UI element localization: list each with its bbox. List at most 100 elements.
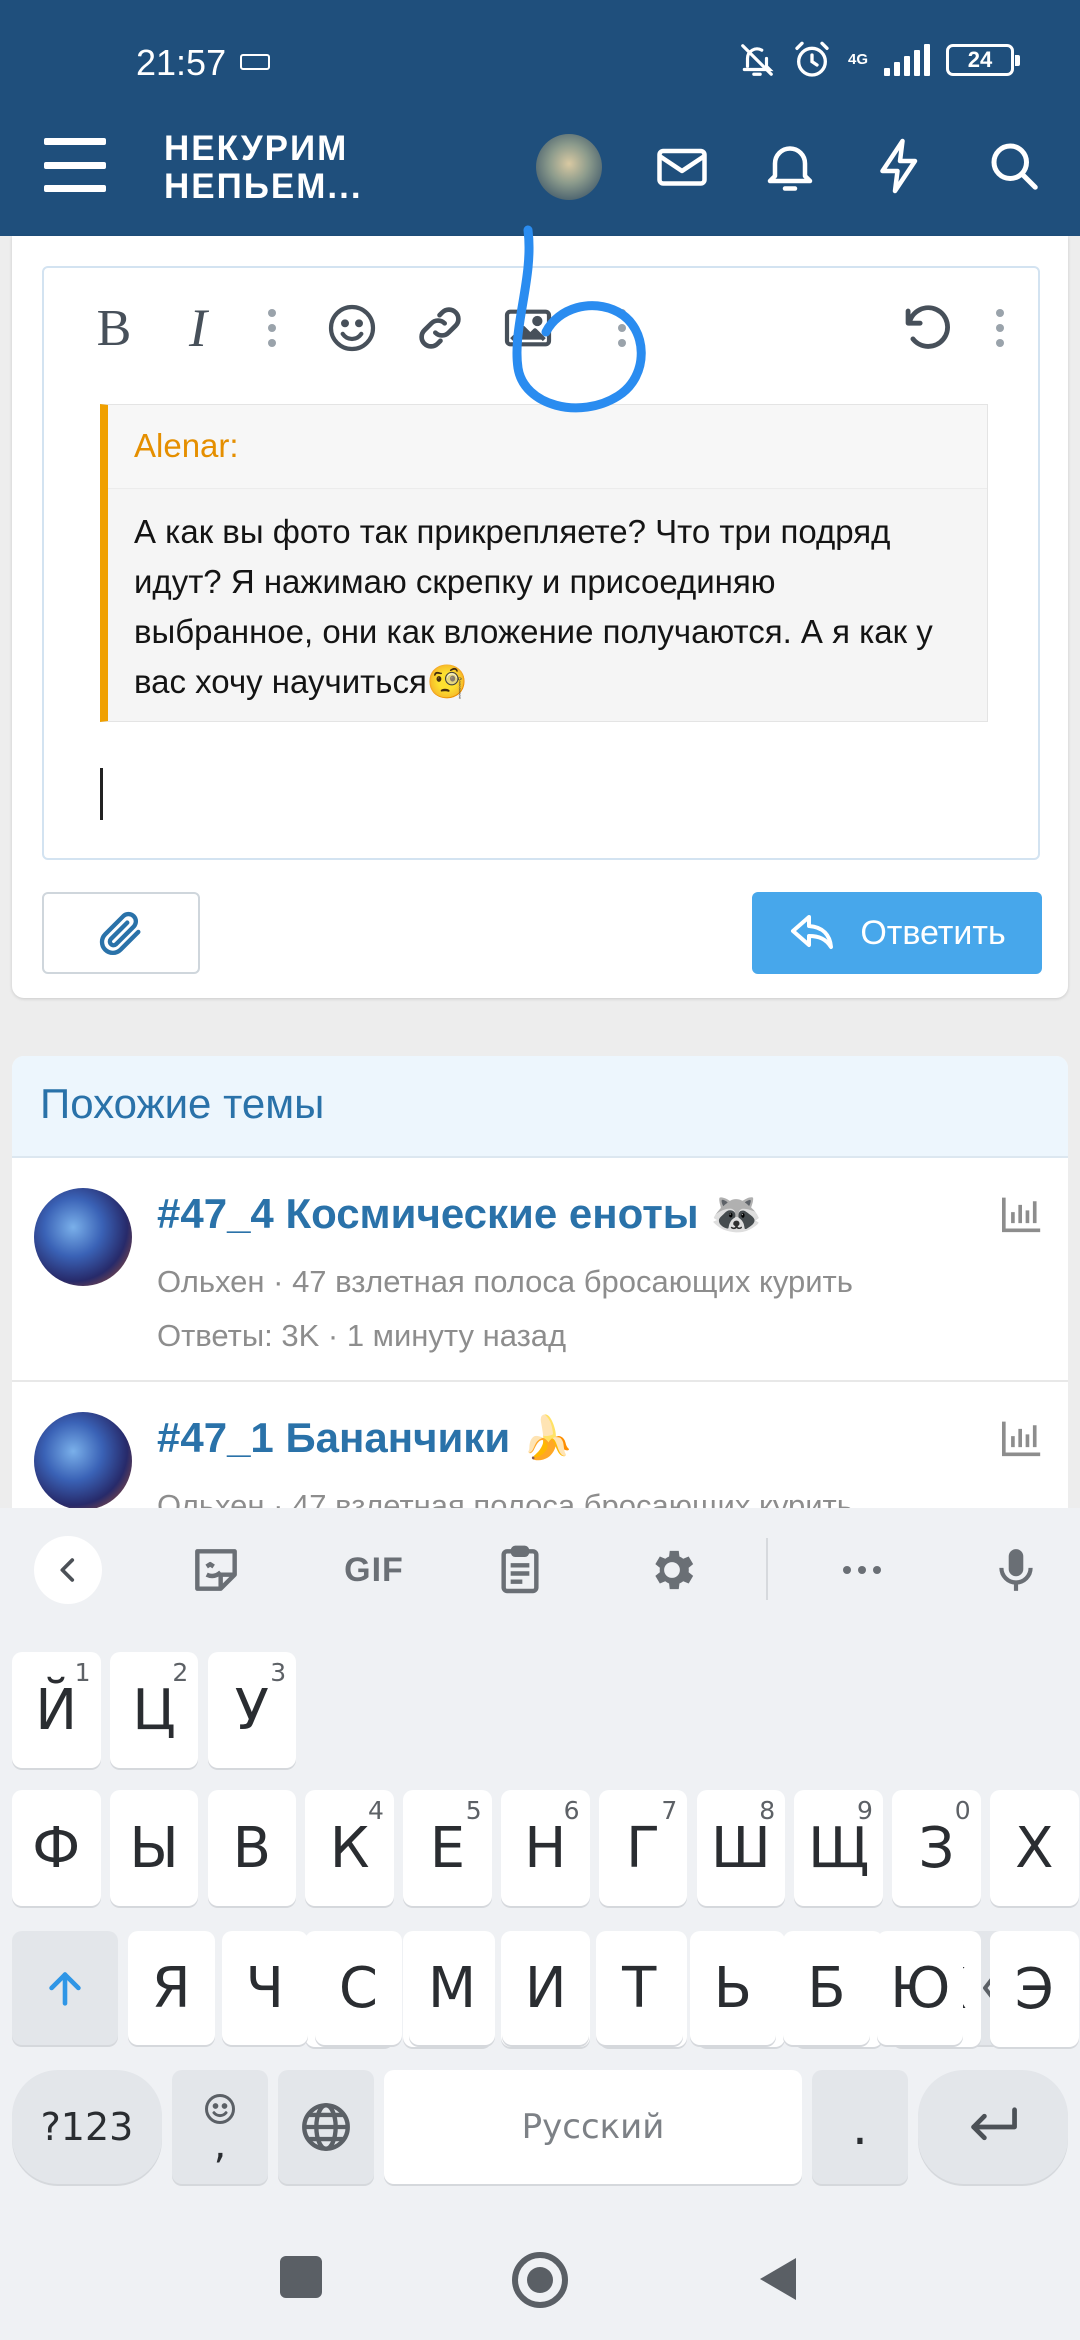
mic-button[interactable] xyxy=(984,1538,1048,1602)
key-В[interactable]: В xyxy=(207,1790,297,1906)
gif-button[interactable]: GIF xyxy=(334,1538,414,1602)
avatar[interactable] xyxy=(34,1412,132,1510)
link-icon[interactable] xyxy=(412,300,468,356)
key-hint: 2 xyxy=(172,1658,189,1687)
language-key[interactable] xyxy=(278,2070,374,2184)
site-logo[interactable]: НЕКУРИМ НЕПЬЕМ... xyxy=(164,130,363,206)
key-К[interactable]: К4 xyxy=(305,1790,394,1906)
enter-key[interactable] xyxy=(918,2070,1068,2184)
key-Ы[interactable]: Ы xyxy=(109,1790,199,1906)
settings-button[interactable] xyxy=(640,1538,704,1602)
navigation-bar xyxy=(0,2220,1080,2340)
emoji-comma-key[interactable]: , xyxy=(172,2070,268,2184)
key-Г[interactable]: Г7 xyxy=(598,1790,688,1906)
avatar[interactable] xyxy=(34,1188,132,1286)
key-label: Ш xyxy=(710,1815,771,1881)
key-label: Ю xyxy=(889,1955,951,2021)
key-Е[interactable]: Е5 xyxy=(403,1790,492,1906)
toolbar-divider xyxy=(766,1538,768,1600)
bar-chart-icon[interactable] xyxy=(1000,1194,1044,1234)
key-С[interactable]: С xyxy=(315,1931,402,2045)
shift-icon xyxy=(49,1972,81,2006)
sticker-button[interactable] xyxy=(184,1538,248,1602)
key-hint: 6 xyxy=(563,1796,580,1825)
italic-button[interactable]: I xyxy=(178,298,218,358)
more-vertical-icon xyxy=(996,309,1004,347)
key-hint: 0 xyxy=(954,1796,971,1825)
undo-icon[interactable] xyxy=(896,299,954,357)
key-Ь[interactable]: Ь xyxy=(689,1931,777,2045)
attach-button[interactable] xyxy=(42,892,200,974)
key-М[interactable]: М xyxy=(408,1931,496,2045)
key-label: Щ xyxy=(808,1815,870,1881)
back-nav-button[interactable] xyxy=(756,2254,800,2304)
mute-bell-icon xyxy=(741,44,774,76)
reply-button[interactable]: Ответить xyxy=(752,892,1042,974)
more-options-button[interactable] xyxy=(990,298,1010,358)
key-label: К xyxy=(329,1815,370,1881)
key-label: Ц xyxy=(132,1677,176,1743)
menu-icon[interactable] xyxy=(44,138,106,192)
logo-line-1: НЕКУРИМ xyxy=(164,129,349,168)
thread-title[interactable]: #47_4 Космические еноты 🦝 xyxy=(157,1190,763,1239)
key-Ю[interactable]: Ю xyxy=(876,1931,964,2045)
bold-button[interactable]: B xyxy=(94,298,134,358)
key-Т[interactable]: Т xyxy=(596,1931,683,2045)
thread-title[interactable]: #47_1 Бананчики 🍌 xyxy=(157,1414,574,1463)
logo-line-2: НЕПЬЕМ... xyxy=(164,167,363,206)
bar-chart-icon[interactable] xyxy=(1000,1418,1044,1458)
search-icon[interactable] xyxy=(984,136,1044,196)
thread-item[interactable]: #47_4 Космические еноты 🦝 Ольхен · 47 вз… xyxy=(12,1160,1068,1382)
shift-key[interactable] xyxy=(12,1931,118,2045)
key-label: Ы xyxy=(129,1815,179,1881)
more-vertical-icon xyxy=(268,309,276,347)
key-Б[interactable]: Б xyxy=(783,1931,870,2045)
user-avatar[interactable] xyxy=(536,134,602,200)
key-label: Ь xyxy=(713,1955,753,2021)
key-hint: 9 xyxy=(856,1796,873,1825)
key-Ф[interactable]: Ф xyxy=(12,1790,101,1906)
key-Ш[interactable]: Ш8 xyxy=(696,1790,786,1906)
emoji-icon[interactable] xyxy=(324,300,380,356)
key-З[interactable]: З0 xyxy=(892,1790,981,1906)
key-label: З xyxy=(918,1815,955,1881)
status-time: 21:57 xyxy=(136,42,227,83)
key-label: У xyxy=(234,1677,269,1743)
key-Й[interactable]: Й1 xyxy=(12,1652,101,1768)
key-Н[interactable]: Н6 xyxy=(501,1790,590,1906)
key-label: Е xyxy=(429,1815,466,1881)
bell-icon[interactable] xyxy=(760,136,820,196)
recents-button[interactable] xyxy=(280,2256,322,2298)
network-type: 4G xyxy=(847,51,868,68)
sticker-icon xyxy=(195,1549,237,1591)
key-label: Т xyxy=(622,1955,657,2021)
more-button[interactable] xyxy=(830,1538,894,1602)
key-Х[interactable]: Х xyxy=(990,1790,1079,1906)
key-И[interactable]: И xyxy=(502,1931,589,2045)
key-Я[interactable]: Я xyxy=(128,1931,215,2045)
back-button[interactable] xyxy=(34,1536,102,1604)
reply-label: Ответить xyxy=(860,913,1006,952)
home-button[interactable] xyxy=(512,2252,568,2308)
key-У[interactable]: У3 xyxy=(207,1652,297,1768)
key-hint: 7 xyxy=(661,1796,678,1825)
clipboard-button[interactable] xyxy=(488,1538,552,1602)
key-label: Г xyxy=(625,1815,661,1881)
period-key[interactable]: . xyxy=(812,2070,908,2184)
chevron-left-icon xyxy=(60,1558,75,1582)
key-Ч[interactable]: Ч xyxy=(221,1931,309,2045)
space-key[interactable]: Русский xyxy=(384,2070,802,2184)
key-hint: 3 xyxy=(270,1658,287,1687)
enter-icon xyxy=(971,2107,1017,2141)
bolt-icon[interactable] xyxy=(870,136,930,196)
thread-item[interactable]: #47_1 Бананчики 🍌 Ольхен · 47 взлетная п… xyxy=(12,1384,1068,1516)
similar-threads: Похожие темы #47_4 Космические еноты 🦝 О… xyxy=(12,1056,1068,1516)
symbols-key[interactable]: ?123 xyxy=(12,2070,162,2184)
mail-icon[interactable] xyxy=(652,136,712,196)
key-Ц[interactable]: Ц2 xyxy=(109,1652,199,1768)
key-label: Ф xyxy=(32,1815,81,1881)
more-format-button[interactable] xyxy=(262,298,282,358)
key-Щ[interactable]: Щ9 xyxy=(794,1790,883,1906)
key-Э[interactable]: Э xyxy=(990,1931,1079,2047)
globe-icon xyxy=(302,2103,350,2151)
